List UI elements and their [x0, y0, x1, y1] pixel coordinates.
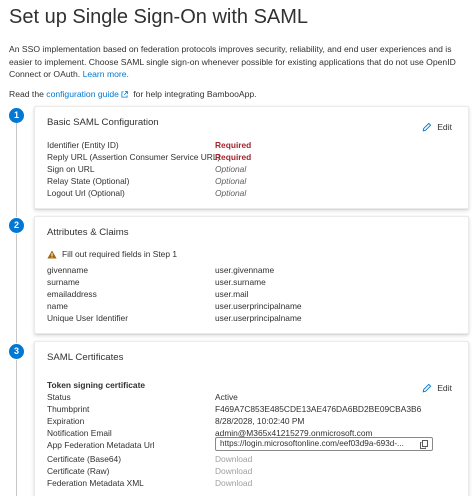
- optional-value: Optional: [215, 164, 247, 174]
- metadata-url-field[interactable]: https://login.microsoftonline.com/eef03d…: [215, 437, 433, 451]
- field-label: Logout Url (Optional): [47, 188, 125, 198]
- configuration-guide-link[interactable]: configuration guide: [46, 89, 119, 99]
- card-title: Attributes & Claims: [47, 227, 129, 238]
- read-suffix: for help integrating BambooApp.: [133, 89, 257, 99]
- cert-label: Notification Email: [47, 428, 112, 438]
- cert-label: Certificate (Raw): [47, 466, 110, 476]
- step-2-badge: 2: [9, 218, 24, 233]
- claim-value: user.surname: [215, 277, 266, 287]
- download-link[interactable]: Download: [215, 454, 252, 464]
- required-value: Required: [215, 152, 252, 162]
- cert-label: Thumbprint: [47, 404, 90, 414]
- saml-sso-page: Set up Single Sign-On with SAML An SSO i…: [0, 0, 474, 496]
- claim-value: user.userprincipalname: [215, 301, 302, 311]
- field-label: Reply URL (Assertion Consumer Service UR…: [47, 152, 221, 162]
- cert-value: Active: [215, 392, 238, 402]
- cert-value: F469A7C853E485CDE13AE476DA6BD2BE09CBA3B6: [215, 404, 422, 414]
- edit-label: Edit: [437, 383, 452, 393]
- step-connector: [16, 360, 17, 496]
- optional-value: Optional: [215, 188, 247, 198]
- field-label: Sign on URL: [47, 164, 95, 174]
- cert-label: App Federation Metadata Url: [47, 440, 155, 450]
- read-prefix: Read the: [9, 89, 44, 99]
- learn-more-link[interactable]: Learn more.: [83, 69, 129, 79]
- claim-name: emailaddress: [47, 289, 97, 299]
- cert-label: Expiration: [47, 416, 85, 426]
- warning-icon: [47, 250, 57, 259]
- saml-certificates-card: SAML Certificates Token signing certific…: [34, 341, 469, 496]
- cert-value: 8/28/2028, 10:02:40 PM: [215, 416, 305, 426]
- warning-text: Fill out required fields in Step 1: [62, 249, 177, 259]
- page-title: Set up Single Sign-On with SAML: [9, 6, 309, 28]
- external-link-icon[interactable]: [121, 91, 128, 98]
- pencil-icon: [422, 383, 432, 393]
- field-label: Relay State (Optional): [47, 176, 130, 186]
- step-1-badge: 1: [9, 108, 24, 123]
- attributes-claims-card: Attributes & Claims Fill out required fi…: [34, 216, 469, 334]
- claim-value: user.userprincipalname: [215, 313, 302, 323]
- claim-name: Unique User Identifier: [47, 313, 128, 323]
- edit-label: Edit: [437, 122, 452, 132]
- edit-certificate-button[interactable]: Edit: [422, 383, 452, 393]
- pencil-icon: [422, 122, 432, 132]
- warning-message: Fill out required fields in Step 1: [47, 249, 177, 259]
- download-link[interactable]: Download: [215, 466, 252, 476]
- basic-saml-configuration-card: Basic SAML Configuration Edit Identifier…: [34, 106, 469, 209]
- copy-icon[interactable]: [420, 440, 428, 449]
- step-connector: [16, 123, 17, 217]
- claim-name: name: [47, 301, 68, 311]
- token-signing-heading: Token signing certificate: [47, 380, 146, 390]
- edit-basic-saml-button[interactable]: Edit: [422, 122, 452, 132]
- cert-label: Status: [47, 392, 71, 402]
- intro-body: An SSO implementation based on federatio…: [9, 44, 456, 79]
- claim-value: user.mail: [215, 289, 249, 299]
- cert-label: Certificate (Base64): [47, 454, 122, 464]
- metadata-url-value: https://login.microsoftonline.com/eef03d…: [220, 439, 404, 448]
- step-connector: [16, 234, 17, 343]
- step-3-badge: 3: [9, 344, 24, 359]
- required-value: Required: [215, 140, 252, 150]
- card-title: SAML Certificates: [47, 352, 124, 363]
- intro-text: An SSO implementation based on federatio…: [9, 43, 471, 81]
- guide-line: Read the configuration guide for help in…: [9, 89, 257, 99]
- field-label: Identifier (Entity ID): [47, 140, 119, 150]
- optional-value: Optional: [215, 176, 247, 186]
- download-link[interactable]: Download: [215, 478, 252, 488]
- cert-label: Federation Metadata XML: [47, 478, 144, 488]
- claim-value: user.givenname: [215, 265, 275, 275]
- claim-name: givenname: [47, 265, 88, 275]
- card-title: Basic SAML Configuration: [47, 117, 159, 128]
- claim-name: surname: [47, 277, 80, 287]
